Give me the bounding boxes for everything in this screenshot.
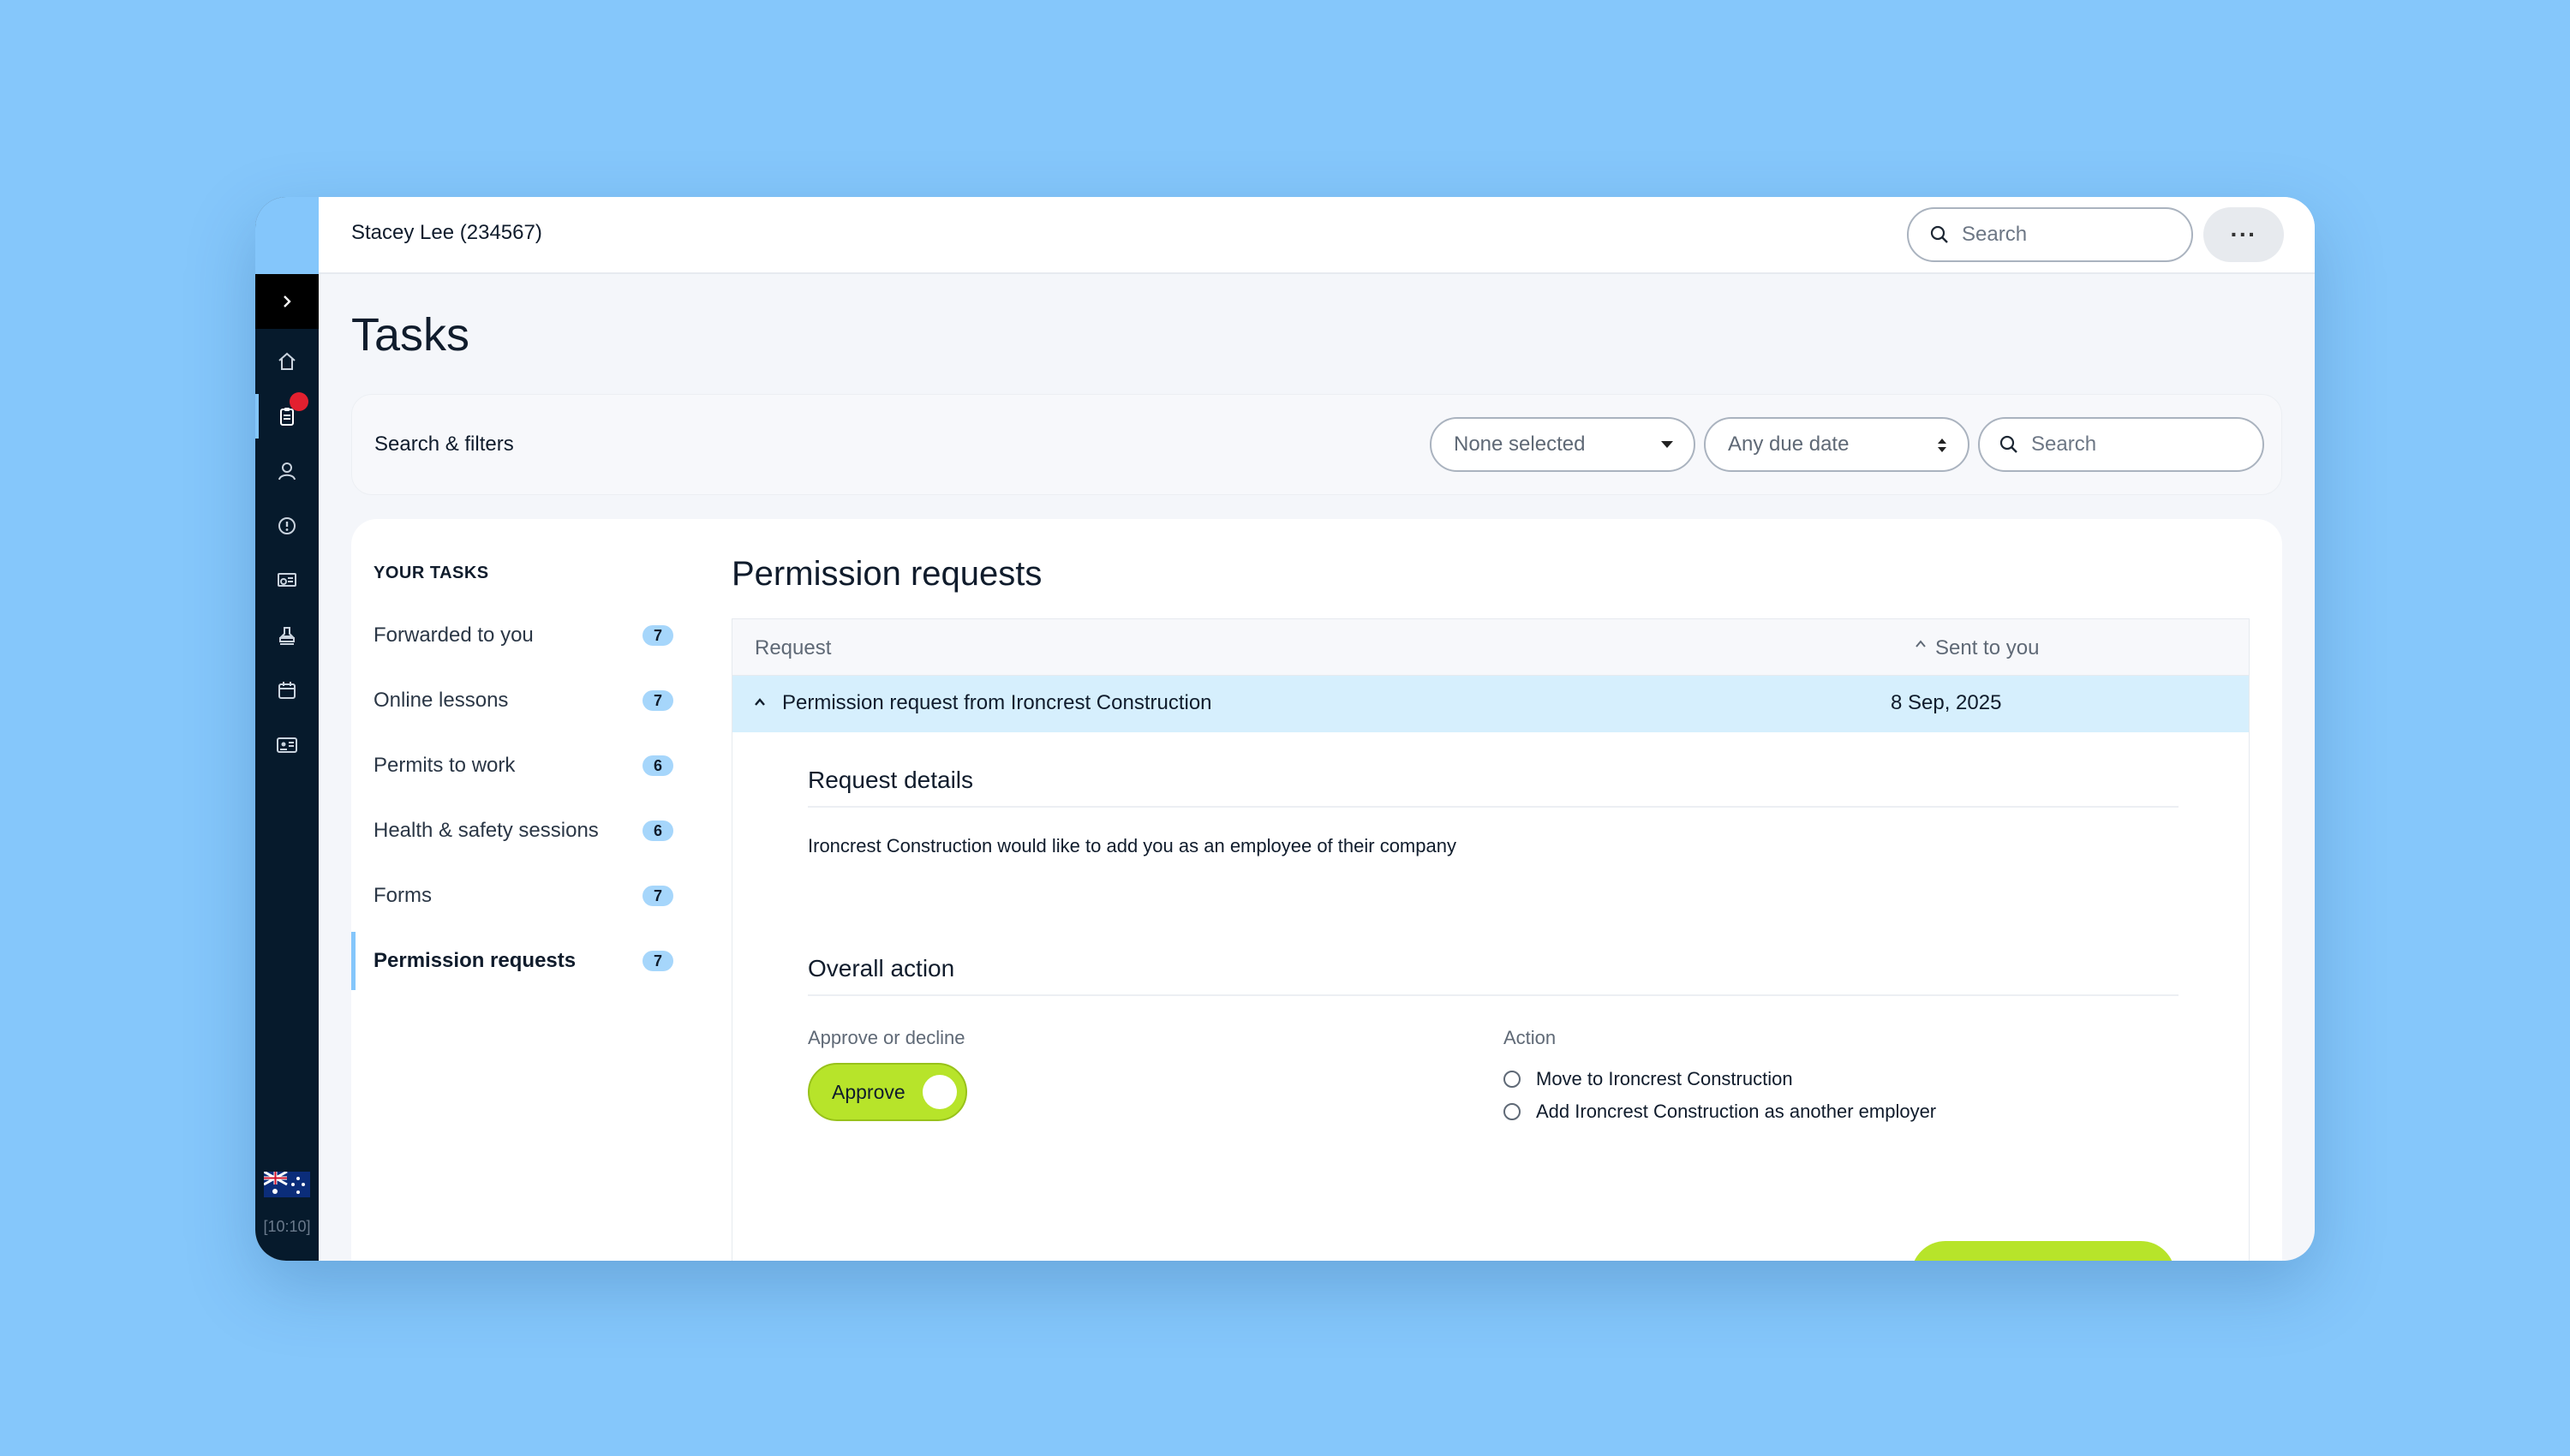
sidebar-item-id-card[interactable] bbox=[255, 718, 319, 773]
task-item-permission-requests[interactable]: Permission requests 7 bbox=[351, 928, 677, 994]
task-item-label: Permits to work bbox=[374, 754, 516, 777]
approve-toggle-label: Approve bbox=[832, 1080, 905, 1103]
request-details-title: Request details bbox=[808, 767, 974, 793]
task-count-badge: 7 bbox=[642, 625, 673, 646]
more-options-button[interactable]: ··· bbox=[2203, 207, 2284, 262]
overall-action-title: Overall action bbox=[808, 955, 955, 982]
search-icon bbox=[1930, 225, 1948, 243]
task-item-health-safety[interactable]: Health & safety sessions 6 bbox=[351, 798, 677, 863]
filters-label: Search & filters bbox=[374, 433, 514, 456]
table-row[interactable]: Permission request from Ironcrest Constr… bbox=[732, 676, 2249, 732]
task-item-forms[interactable]: Forms 7 bbox=[351, 863, 677, 928]
divider bbox=[808, 806, 2179, 808]
sidebar-item-profile[interactable] bbox=[255, 444, 319, 498]
sidebar-item-calendar[interactable] bbox=[255, 663, 319, 718]
alert-icon bbox=[278, 517, 296, 534]
task-search-input[interactable]: Search bbox=[1978, 417, 2264, 472]
radio-option-label: Add Ironcrest Construction as another em… bbox=[1536, 1101, 1937, 1122]
row-sent-date: 8 Sep, 2025 bbox=[1891, 691, 2002, 714]
tasks-card: YOUR TASKS Forwarded to you 7 Online les… bbox=[351, 519, 2282, 1261]
chevron-right-icon bbox=[284, 295, 291, 307]
panel-title: Permission requests bbox=[732, 555, 1043, 593]
app-window: [10:10] Stacey Lee (234567) Search ··· T… bbox=[255, 197, 2315, 1261]
task-count-badge: 6 bbox=[642, 755, 673, 776]
requests-table: Request Sent to you Permission request f… bbox=[732, 618, 2250, 1261]
action-label: Action bbox=[1503, 1027, 1557, 1048]
radio-option-move[interactable]: Move to Ironcrest Construction bbox=[1503, 1068, 1793, 1090]
sidebar-expand-button[interactable] bbox=[255, 274, 319, 329]
submit-button[interactable] bbox=[1911, 1241, 2175, 1261]
search-icon bbox=[1999, 435, 2017, 453]
task-item-permits[interactable]: Permits to work 6 bbox=[351, 733, 677, 798]
task-count-badge: 7 bbox=[642, 886, 673, 906]
column-header-request[interactable]: Request bbox=[755, 636, 831, 660]
caret-down-icon bbox=[1661, 441, 1673, 448]
your-tasks-heading: YOUR TASKS bbox=[374, 564, 489, 582]
row-request-title: Permission request from Ironcrest Constr… bbox=[782, 691, 1212, 714]
due-date-select-value: Any due date bbox=[1728, 433, 1850, 456]
table-header: Request Sent to you bbox=[732, 619, 2249, 676]
sidebar: [10:10] bbox=[255, 197, 319, 1261]
sidebar-logo-area bbox=[255, 197, 319, 274]
notification-badge bbox=[290, 392, 308, 411]
status-select[interactable]: None selected bbox=[1430, 417, 1695, 472]
due-date-select[interactable]: Any due date bbox=[1704, 417, 1969, 472]
approve-toggle[interactable]: Approve bbox=[808, 1063, 967, 1121]
certificate-icon bbox=[278, 573, 296, 587]
sidebar-item-approvals[interactable] bbox=[255, 608, 319, 663]
task-item-label: Forms bbox=[374, 884, 432, 907]
request-details-text: Ironcrest Construction would like to add… bbox=[808, 835, 1456, 856]
task-count-badge: 7 bbox=[642, 951, 673, 971]
task-item-forwarded[interactable]: Forwarded to you 7 bbox=[351, 603, 677, 668]
global-search-input[interactable]: Search bbox=[1907, 207, 2193, 262]
sort-arrows-icon bbox=[1938, 439, 1946, 452]
search-placeholder: Search bbox=[2031, 433, 2097, 456]
task-item-label: Forwarded to you bbox=[374, 624, 534, 647]
sidebar-item-home[interactable] bbox=[255, 334, 319, 389]
radio-option-add-employer[interactable]: Add Ironcrest Construction as another em… bbox=[1503, 1101, 1936, 1123]
page-title: Tasks bbox=[351, 309, 470, 361]
sidebar-item-alerts[interactable] bbox=[255, 498, 319, 553]
sidebar-item-tasks[interactable] bbox=[255, 389, 319, 444]
radio-button[interactable] bbox=[1503, 1103, 1521, 1120]
top-bar: Stacey Lee (234567) Search ··· bbox=[319, 197, 2315, 274]
radio-option-label: Move to Ironcrest Construction bbox=[1536, 1068, 1793, 1089]
australia-flag-icon bbox=[264, 1172, 310, 1197]
clock: [10:10] bbox=[263, 1218, 311, 1235]
column-header-sent-label: Sent to you bbox=[1935, 636, 2040, 659]
chevron-up-icon[interactable] bbox=[753, 696, 767, 708]
status-select-value: None selected bbox=[1454, 433, 1586, 456]
search-placeholder: Search bbox=[1962, 223, 2028, 246]
task-item-online-lessons[interactable]: Online lessons 7 bbox=[351, 668, 677, 733]
stamp-icon bbox=[279, 627, 295, 645]
search-filters-bar: Search & filters None selected Any due d… bbox=[351, 394, 2282, 495]
user-name: Stacey Lee (234567) bbox=[351, 221, 542, 244]
task-item-label: Online lessons bbox=[374, 689, 509, 712]
calendar-icon bbox=[278, 682, 296, 699]
language-flag[interactable] bbox=[264, 1172, 310, 1197]
column-header-sent[interactable]: Sent to you bbox=[1915, 636, 2039, 660]
sidebar-item-certificates[interactable] bbox=[255, 553, 319, 608]
radio-button[interactable] bbox=[1503, 1071, 1521, 1088]
task-item-label: Health & safety sessions bbox=[374, 819, 599, 842]
user-icon bbox=[278, 462, 296, 480]
task-item-label: Permission requests bbox=[374, 949, 577, 972]
id-card-icon bbox=[277, 737, 297, 753]
task-count-badge: 6 bbox=[642, 820, 673, 841]
home-icon bbox=[278, 352, 296, 370]
divider bbox=[808, 994, 2179, 996]
toggle-knob bbox=[923, 1075, 957, 1109]
approve-decline-label: Approve or decline bbox=[808, 1027, 965, 1048]
sort-up-icon bbox=[1916, 640, 1926, 647]
task-list: Forwarded to you 7 Online lessons 7 Perm… bbox=[351, 603, 677, 994]
sidebar-nav bbox=[255, 334, 319, 773]
task-count-badge: 7 bbox=[642, 690, 673, 711]
